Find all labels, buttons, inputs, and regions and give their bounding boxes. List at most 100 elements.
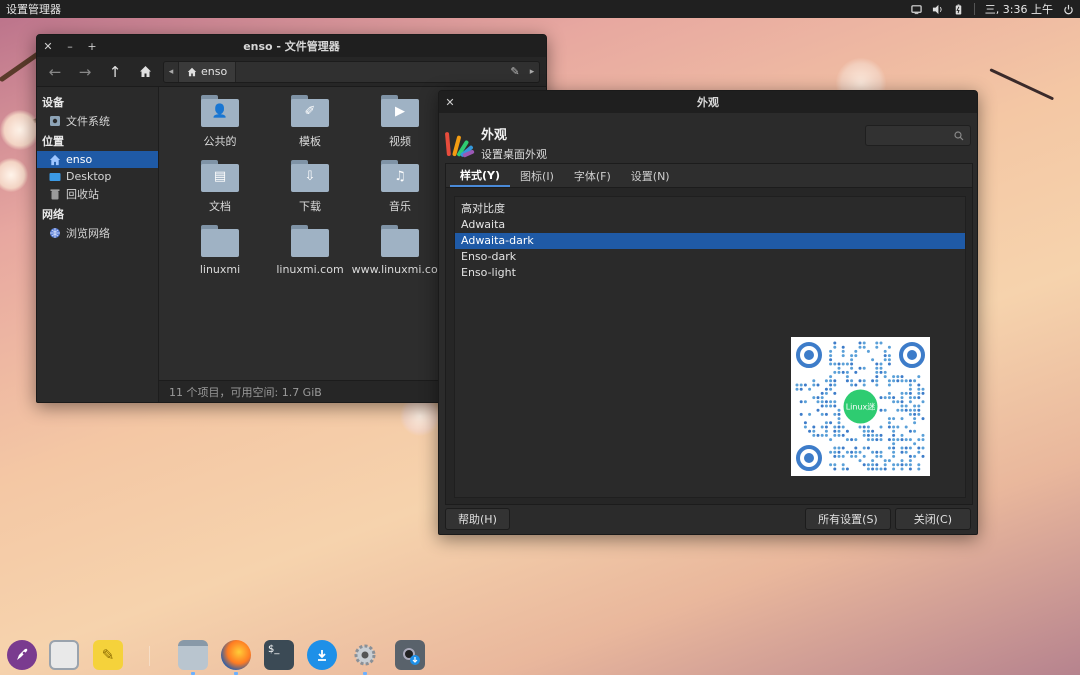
display-icon[interactable] (911, 4, 922, 15)
tab-fonts[interactable]: 字体(F) (564, 164, 621, 187)
compass-icon: ✐ (304, 104, 316, 119)
sidebar-item-label: 浏览网络 (66, 226, 110, 240)
theme-item[interactable]: Adwaita (455, 217, 965, 233)
appearance-window[interactable]: ✕ 外观 外观 设置桌面外观 样式(Y) 图标(I) 字体(F) 设置(N) 高… (438, 90, 978, 535)
active-app-name[interactable]: 设置管理器 (6, 1, 911, 17)
folder-icon: ▤ (201, 160, 239, 192)
minimize-icon[interactable]: – (59, 40, 81, 53)
dock-separator (149, 646, 150, 666)
tab-style[interactable]: 样式(Y) (450, 164, 511, 187)
top-panel: 设置管理器 三, 3:36 上午 (0, 0, 1080, 18)
power-icon[interactable] (1063, 4, 1074, 15)
file-manager-toolbar: ← → ↑ ◂ enso ✎ ▸ (37, 57, 546, 87)
forward-arrow-icon[interactable]: → (73, 60, 97, 84)
notes-icon[interactable]: ✎ (93, 640, 123, 670)
folder-label: 视频 (389, 135, 411, 148)
tab-icons[interactable]: 图标(I) (510, 164, 564, 187)
dock: ✎ $_ (0, 632, 1080, 675)
help-button[interactable]: 帮助(H) (445, 508, 510, 530)
file-manager-titlebar[interactable]: ✕ – + enso - 文件管理器 (37, 35, 546, 57)
folder-label: linuxmi (199, 263, 241, 276)
close-icon[interactable]: ✕ (37, 40, 59, 53)
folder-icon: ♫ (381, 160, 419, 192)
folder-item[interactable]: ▶ 视频 (355, 95, 445, 160)
appearance-titlebar[interactable]: ✕ 外观 (439, 91, 977, 113)
folder-label: 下载 (299, 200, 321, 213)
sidebar-item-trash[interactable]: 回收站 (37, 185, 158, 202)
edit-path-icon[interactable]: ✎ (505, 65, 525, 78)
battery-icon[interactable] (953, 3, 964, 15)
folder-label: linuxmi.com (276, 263, 344, 276)
disk-download-icon[interactable] (395, 640, 425, 670)
folder-icon: ▶ (381, 95, 419, 127)
drive-icon (50, 115, 60, 126)
network-globe-icon (50, 227, 60, 238)
dialog-subheading: 设置桌面外观 (481, 148, 547, 161)
folder-item[interactable]: 👤 公共的 (175, 95, 265, 160)
folder-label: 模板 (299, 135, 321, 148)
path-crumb-label: enso (201, 65, 228, 78)
clock[interactable]: 三, 3:36 上午 (985, 1, 1053, 17)
trash-icon (50, 189, 60, 199)
path-crumb-home[interactable]: enso (178, 61, 237, 82)
volume-icon[interactable] (932, 4, 943, 15)
window-icon[interactable] (49, 640, 79, 670)
window-title: 外观 (697, 96, 719, 109)
folder-label: www.linuxmi.com (351, 263, 449, 276)
folder-label: 音乐 (389, 200, 411, 213)
appearance-logo-icon (444, 130, 475, 158)
sidebar-item-label: Desktop (66, 170, 112, 183)
sidebar-item-browse-network[interactable]: 浏览网络 (37, 224, 158, 241)
rocket-icon[interactable] (7, 640, 37, 670)
sidebar-item-label: 文件系统 (66, 114, 110, 128)
qr-badge-label: Linux迷 (846, 402, 876, 412)
home-icon (187, 67, 197, 76)
terminal-icon[interactable]: $_ (264, 640, 294, 670)
folder-item[interactable]: linuxmi (175, 225, 265, 290)
path-left-arrow-icon[interactable]: ◂ (164, 67, 178, 77)
person-icon: 👤 (211, 104, 229, 119)
file-grid: 👤 公共的 ✐ 模板 ▶ 视频 ▤ 文档 ⇩ 下载 ♫ 音乐 linuxmi linuxmi.com www… (175, 95, 448, 290)
close-button[interactable]: 关闭(C) (894, 508, 971, 530)
folder-item[interactable]: ⇩ 下载 (265, 160, 355, 225)
folder-label: 文档 (209, 200, 231, 213)
all-settings-button[interactable]: 所有设置(S) (805, 508, 891, 530)
home-icon (49, 154, 61, 165)
folder-item[interactable]: ♫ 音乐 (355, 160, 445, 225)
file-manager-icon[interactable] (178, 640, 208, 670)
qr-code: Linux迷 (791, 337, 930, 476)
path-bar: ◂ enso ✎ ▸ (163, 60, 540, 83)
window-title: enso - 文件管理器 (243, 40, 340, 53)
file-manager-sidebar: 设备 文件系统 位置 enso Desktop 回收站 网络 浏览网络 (37, 87, 159, 402)
folder-icon: 👤 (201, 95, 239, 127)
home-icon[interactable] (133, 60, 157, 84)
folder-item[interactable]: ✐ 模板 (265, 95, 355, 160)
theme-list[interactable]: 高对比度 Adwaita Adwaita-dark Enso-dark Enso-lig… (454, 196, 966, 498)
sidebar-item-desktop[interactable]: Desktop (37, 168, 158, 185)
folder-item[interactable]: linuxmi.com (265, 225, 355, 290)
tab-bar: 样式(Y) 图标(I) 字体(F) 设置(N) (446, 164, 972, 188)
theme-item[interactable]: 高对比度 (455, 201, 965, 217)
folder-item[interactable]: ▤ 文档 (175, 160, 265, 225)
close-icon[interactable]: ✕ (439, 96, 461, 109)
folder-icon (201, 225, 239, 257)
maximize-icon[interactable]: + (81, 40, 103, 53)
settings-icon[interactable] (350, 640, 380, 670)
download-icon[interactable] (307, 640, 337, 670)
dialog-heading: 外观 (481, 128, 508, 143)
folder-icon: ✐ (291, 95, 329, 127)
firefox-icon[interactable] (221, 640, 251, 670)
theme-item[interactable]: Enso-light (455, 265, 965, 281)
tab-settings[interactable]: 设置(N) (621, 164, 680, 187)
desktop-icon (49, 172, 61, 181)
path-right-arrow-icon[interactable]: ▸ (525, 67, 539, 77)
settings-frame: 样式(Y) 图标(I) 字体(F) 设置(N) 高对比度 Adwaita Adwai… (445, 163, 973, 505)
folder-item[interactable]: www.linuxmi.com (352, 225, 448, 290)
sidebar-item-filesystem[interactable]: 文件系统 (37, 112, 158, 129)
search-input[interactable] (865, 125, 971, 146)
theme-item[interactable]: Enso-dark (455, 249, 965, 265)
sidebar-item-home[interactable]: enso (37, 151, 158, 168)
up-arrow-icon[interactable]: ↑ (103, 60, 127, 84)
theme-item[interactable]: Adwaita-dark (455, 233, 965, 249)
back-arrow-icon[interactable]: ← (43, 60, 67, 84)
